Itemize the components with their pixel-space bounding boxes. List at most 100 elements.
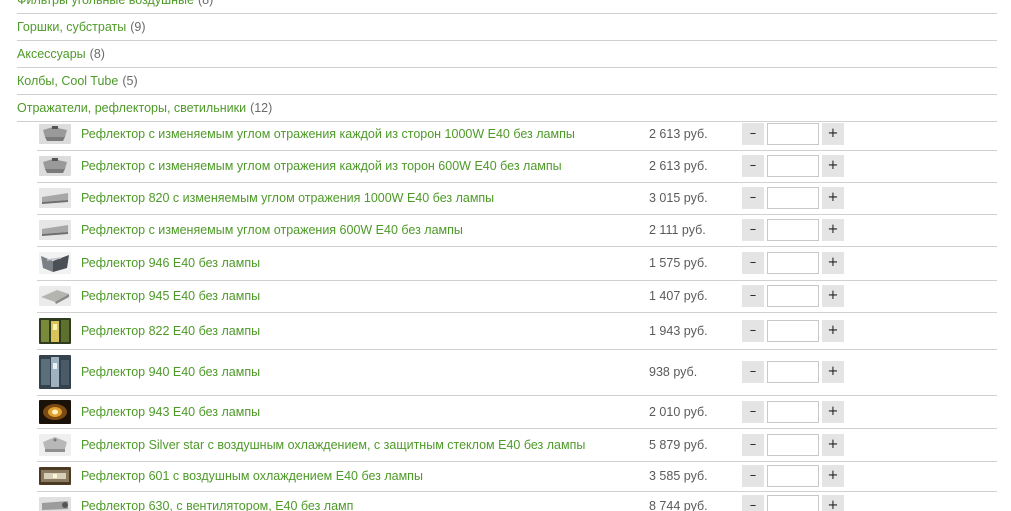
quantity-stepper: – + bbox=[742, 319, 844, 342]
quantity-input[interactable] bbox=[767, 433, 819, 456]
increase-quantity-button[interactable]: + bbox=[822, 465, 844, 487]
product-row: Рефлектор 946 E40 без лампы 1 575 руб. – + bbox=[37, 247, 997, 281]
product-row: Рефлектор с изменяемым углом отражения 6… bbox=[37, 215, 997, 247]
increase-quantity-button[interactable]: + bbox=[822, 285, 844, 307]
product-thumbnail[interactable] bbox=[39, 156, 71, 176]
product-row: Рефлектор 822 E40 без лампы 1 943 руб. – + bbox=[37, 313, 997, 350]
product-row: Рефлектор с изменяемым углом отражения к… bbox=[37, 119, 997, 151]
decrease-quantity-button[interactable]: – bbox=[742, 400, 764, 423]
quantity-input[interactable] bbox=[767, 465, 819, 487]
category-item[interactable]: Аксессуары (8) bbox=[17, 41, 997, 68]
quantity-stepper: – + bbox=[742, 285, 844, 307]
quantity-input[interactable] bbox=[767, 123, 819, 145]
product-link[interactable]: Рефлектор 630, с вентилятором, E40 без л… bbox=[81, 499, 353, 511]
decrease-quantity-button[interactable]: – bbox=[742, 433, 764, 456]
quantity-stepper: – + bbox=[742, 219, 844, 241]
product-price: 3 585 руб. bbox=[649, 469, 708, 483]
decrease-quantity-button[interactable]: – bbox=[742, 155, 764, 177]
product-link[interactable]: Рефлектор 601 с воздушным охлаждением E4… bbox=[81, 469, 423, 483]
catalog-page: Фильтры угольные воздушные (8) Горшки, суб… bbox=[0, 0, 1011, 511]
decrease-quantity-button[interactable]: – bbox=[742, 123, 764, 145]
product-link[interactable]: Рефлектор 820 с изменяемым углом отражен… bbox=[81, 191, 494, 205]
decrease-quantity-button[interactable]: – bbox=[742, 361, 764, 383]
product-link[interactable]: Рефлектор с изменяемым углом отражения к… bbox=[81, 159, 562, 173]
product-link[interactable]: Рефлектор 946 E40 без лампы bbox=[81, 256, 260, 270]
quantity-input[interactable] bbox=[767, 361, 819, 383]
quantity-stepper: – + bbox=[742, 400, 844, 423]
product-thumbnail[interactable] bbox=[39, 467, 71, 485]
product-price: 5 879 руб. bbox=[649, 437, 708, 452]
category-count: (9) bbox=[130, 20, 146, 34]
product-row: Рефлектор 943 E40 без лампы 2 010 руб. – + bbox=[37, 396, 997, 429]
product-row: Рефлектор 820 с изменяемым углом отражен… bbox=[37, 183, 997, 215]
increase-quantity-button[interactable]: + bbox=[822, 495, 844, 511]
category-link[interactable]: Горшки, субстраты bbox=[17, 20, 126, 34]
product-thumbnail[interactable] bbox=[39, 220, 71, 240]
product-thumbnail[interactable] bbox=[39, 433, 71, 456]
product-thumbnail[interactable] bbox=[39, 252, 71, 274]
quantity-input[interactable] bbox=[767, 319, 819, 342]
product-thumbnail[interactable] bbox=[39, 286, 71, 306]
category-item[interactable]: Колбы, Cool Tube (5) bbox=[17, 68, 997, 95]
category-count: (12) bbox=[250, 101, 273, 115]
increase-quantity-button[interactable]: + bbox=[822, 252, 844, 274]
product-link[interactable]: Рефлектор с изменяемым углом отражения к… bbox=[81, 127, 575, 141]
product-link[interactable]: Рефлектор Silver star с воздушным охлажд… bbox=[81, 438, 585, 452]
category-item[interactable]: Горшки, субстраты (9) bbox=[17, 14, 997, 41]
quantity-input[interactable] bbox=[767, 252, 819, 274]
increase-quantity-button[interactable]: + bbox=[822, 155, 844, 177]
quantity-stepper: – + bbox=[742, 465, 844, 487]
decrease-quantity-button[interactable]: – bbox=[742, 465, 764, 487]
decrease-quantity-button[interactable]: – bbox=[742, 285, 764, 307]
quantity-stepper: – + bbox=[742, 155, 844, 177]
quantity-input[interactable] bbox=[767, 187, 819, 209]
increase-quantity-button[interactable]: + bbox=[822, 433, 844, 456]
product-price: 2 111 руб. bbox=[649, 223, 706, 237]
product-thumbnail[interactable] bbox=[39, 317, 71, 344]
category-item[interactable]: Отражатели, рефлекторы, светильники (12) bbox=[17, 95, 997, 122]
quantity-stepper: – + bbox=[742, 123, 844, 145]
product-thumbnail[interactable] bbox=[39, 355, 71, 389]
decrease-quantity-button[interactable]: – bbox=[742, 219, 764, 241]
product-price: 1 575 руб. bbox=[649, 256, 708, 270]
quantity-stepper: – + bbox=[742, 495, 844, 511]
increase-quantity-button[interactable]: + bbox=[822, 123, 844, 145]
product-thumbnail[interactable] bbox=[39, 188, 71, 208]
quantity-stepper: – + bbox=[742, 252, 844, 274]
product-link[interactable]: Рефлектор 822 E40 без лампы bbox=[81, 324, 260, 338]
quantity-stepper: – + bbox=[742, 187, 844, 209]
product-price: 2 010 руб. bbox=[649, 404, 708, 419]
product-row: Рефлектор 945 E40 без лампы 1 407 руб. – + bbox=[37, 281, 997, 313]
increase-quantity-button[interactable]: + bbox=[822, 400, 844, 423]
increase-quantity-button[interactable]: + bbox=[822, 361, 844, 383]
product-link[interactable]: Рефлектор 940 E40 без лампы bbox=[81, 365, 260, 379]
product-thumbnail[interactable] bbox=[39, 497, 71, 511]
quantity-input[interactable] bbox=[767, 219, 819, 241]
product-link[interactable]: Рефлектор с изменяемым углом отражения 6… bbox=[81, 223, 463, 237]
product-thumbnail[interactable] bbox=[39, 124, 71, 144]
product-link[interactable]: Рефлектор 943 E40 без лампы bbox=[81, 405, 260, 419]
category-count: (8) bbox=[89, 47, 105, 61]
category-link[interactable]: Колбы, Cool Tube bbox=[17, 74, 118, 88]
category-link[interactable]: Фильтры угольные воздушные bbox=[17, 0, 194, 7]
product-price: 2 613 руб. bbox=[649, 127, 708, 141]
decrease-quantity-button[interactable]: – bbox=[742, 495, 764, 511]
increase-quantity-button[interactable]: + bbox=[822, 219, 844, 241]
quantity-input[interactable] bbox=[767, 495, 819, 511]
decrease-quantity-button[interactable]: – bbox=[742, 319, 764, 342]
product-row: Рефлектор 940 E40 без лампы 938 руб. – + bbox=[37, 350, 997, 396]
category-item[interactable]: Фильтры угольные воздушные (8) bbox=[17, 0, 997, 14]
increase-quantity-button[interactable]: + bbox=[822, 319, 844, 342]
category-link[interactable]: Аксессуары bbox=[17, 47, 86, 61]
product-link[interactable]: Рефлектор 945 E40 без лампы bbox=[81, 289, 260, 303]
quantity-input[interactable] bbox=[767, 155, 819, 177]
product-price: 2 613 руб. bbox=[649, 159, 708, 173]
product-row: Рефлектор 630, с вентилятором, E40 без л… bbox=[37, 492, 997, 511]
product-thumbnail[interactable] bbox=[39, 399, 71, 424]
increase-quantity-button[interactable]: + bbox=[822, 187, 844, 209]
quantity-input[interactable] bbox=[767, 400, 819, 423]
decrease-quantity-button[interactable]: – bbox=[742, 187, 764, 209]
category-link[interactable]: Отражатели, рефлекторы, светильники bbox=[17, 101, 246, 115]
quantity-input[interactable] bbox=[767, 285, 819, 307]
decrease-quantity-button[interactable]: – bbox=[742, 252, 764, 274]
